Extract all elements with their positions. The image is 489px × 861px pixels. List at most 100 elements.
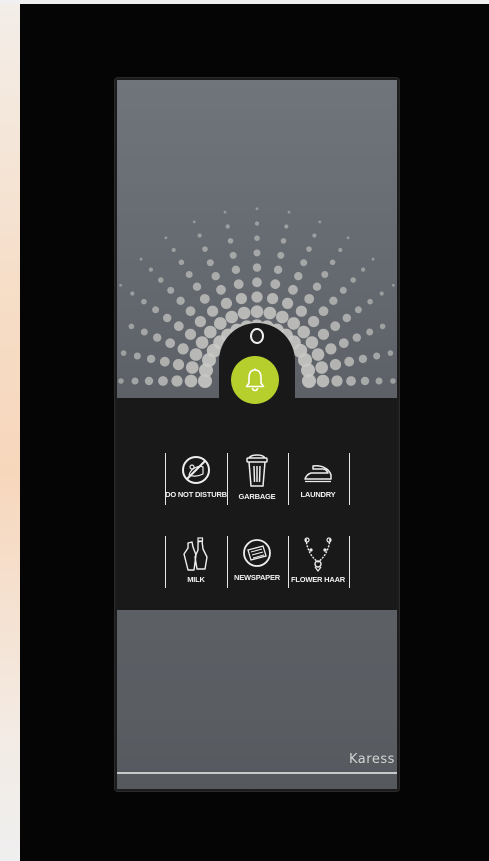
sunburst-dot: [367, 298, 373, 305]
sunburst-dot: [318, 220, 322, 224]
sunburst-dot: [153, 333, 162, 342]
laundry-button[interactable]: LAUNDRY: [288, 453, 348, 515]
background-wall: [0, 0, 20, 861]
sunburst-dot: [171, 375, 183, 387]
sunburst-dot: [158, 376, 168, 386]
sunburst-dot: [159, 356, 170, 367]
sunburst-dot: [139, 257, 143, 261]
sunburst-dot: [358, 354, 368, 364]
sunburst-dot: [366, 328, 374, 336]
sunburst-dot: [371, 257, 375, 261]
sunburst-dot: [276, 310, 289, 324]
sunburst-dot: [308, 316, 320, 328]
newspaper-icon: [243, 539, 271, 567]
sunburst-dot: [361, 267, 366, 272]
sunburst-dot: [118, 378, 124, 384]
sunburst-dot: [128, 323, 135, 330]
sunburst-dot: [344, 356, 355, 367]
sunburst-dot: [220, 297, 232, 309]
sunburst-dot: [304, 294, 315, 304]
sunburst-dot: [300, 259, 308, 267]
sunburst-dot: [252, 263, 262, 272]
service-label: GARBAGE: [238, 492, 276, 501]
sunburst-dot: [254, 235, 260, 241]
sunburst-dot: [195, 336, 209, 349]
sunburst-dot: [141, 298, 147, 305]
sunburst-dot: [229, 251, 237, 259]
sunburst-dot: [192, 282, 202, 291]
sunburst-dot: [185, 306, 196, 317]
sunburst-dot: [119, 283, 122, 287]
sunburst-dot: [252, 277, 262, 288]
sunburst-dot: [373, 352, 381, 360]
doorbell-panel: DO NOT DISTURB GARBAGE LAUNDRY MILK NEWS…: [115, 78, 399, 791]
sunburst-dot: [342, 313, 351, 323]
sunburst-dot: [171, 247, 176, 253]
sunburst-dot: [225, 224, 230, 229]
sunburst-dot: [131, 377, 139, 385]
sunburst-dot: [387, 350, 394, 356]
sunburst-dot: [164, 236, 168, 240]
sunburst-dot: [352, 333, 361, 342]
sunburst-dot: [199, 294, 210, 304]
sunburst-dot: [311, 348, 325, 361]
sunburst-dot: [237, 306, 251, 320]
do-not-disturb-button[interactable]: DO NOT DISTURB: [165, 453, 227, 515]
sunburst-dot: [167, 286, 175, 294]
sunburst-dot: [339, 286, 347, 294]
sunburst-dot: [173, 321, 184, 332]
sunburst-dot: [216, 284, 226, 295]
sunburst-dot: [177, 343, 189, 355]
bell-button[interactable]: [231, 356, 279, 404]
sunburst-dot: [197, 233, 202, 238]
sunburst-dot: [287, 210, 291, 214]
sunburst-dot: [133, 352, 141, 360]
flower-haar-button[interactable]: FLOWER HAAR: [288, 536, 348, 598]
brand-logo: Karess: [349, 752, 395, 767]
newspaper-button[interactable]: NEWSPAPER: [227, 536, 287, 598]
sunburst-dot: [178, 259, 185, 266]
sunburst-dot: [189, 348, 203, 361]
flower-garland-icon: [304, 537, 332, 572]
sunburst-dot: [263, 306, 277, 320]
service-label: MILK: [187, 575, 205, 584]
sunburst-dot: [233, 279, 244, 290]
sunburst-dot: [225, 310, 238, 324]
sunburst-dot: [192, 220, 196, 224]
sunburst-dot: [321, 271, 329, 278]
sunburst-dot: [148, 267, 153, 272]
sunburst-dot: [204, 325, 217, 339]
sunburst-dot: [184, 374, 198, 388]
sunburst-dot: [273, 265, 283, 274]
sunburst-dot: [152, 306, 160, 314]
sunburst-dot: [176, 296, 185, 305]
sunburst-dot: [202, 246, 208, 252]
sunburst-dot: [185, 271, 193, 278]
sunburst-dot: [235, 293, 247, 305]
bell-icon: [245, 368, 265, 392]
sunburst-dot: [379, 323, 386, 330]
sunburst-dot: [206, 259, 214, 267]
sunburst-dot: [302, 374, 316, 388]
sunburst-dot: [253, 249, 261, 257]
service-label: NEWSPAPER: [234, 573, 280, 582]
sunburst-dot: [329, 296, 338, 305]
sunburst-dot: [315, 361, 328, 374]
sunburst-dot: [130, 291, 135, 296]
sunburst-dot: [305, 336, 319, 349]
garbage-button[interactable]: GARBAGE: [227, 453, 287, 515]
sunburst-dot: [390, 378, 396, 384]
sunburst-dot: [120, 350, 127, 356]
service-row: DO NOT DISTURB GARBAGE LAUNDRY: [165, 453, 351, 515]
milk-button[interactable]: MILK: [166, 536, 226, 598]
sunburst-dot: [350, 277, 356, 283]
sunburst-dot: [250, 305, 264, 318]
sunburst-dot: [211, 272, 220, 281]
sunburst-dot: [184, 328, 197, 340]
divider: [349, 453, 350, 505]
sunburst-dot: [288, 284, 298, 295]
sunburst-dot: [140, 328, 148, 336]
sunburst-dot: [144, 376, 154, 386]
service-label: LAUNDRY: [300, 490, 336, 499]
indicator-hole: [250, 328, 264, 344]
